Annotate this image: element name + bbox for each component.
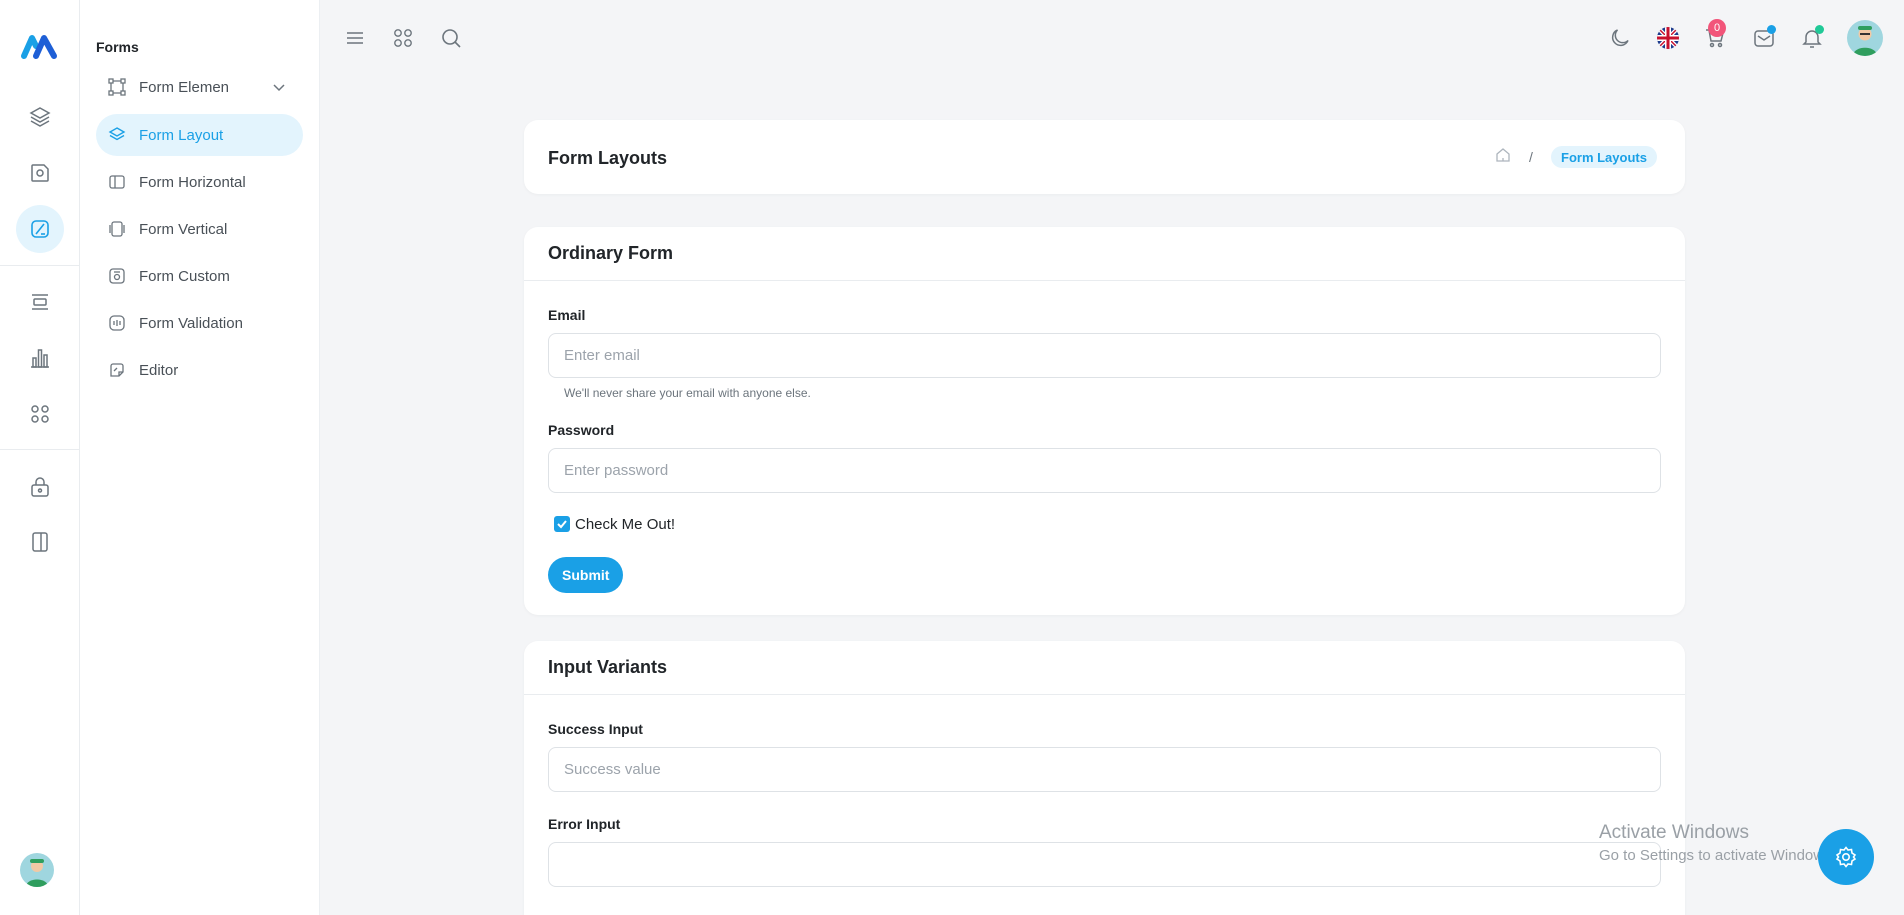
mail-status-dot: [1767, 25, 1776, 34]
notification-status-dot: [1815, 25, 1824, 34]
chevron-down-icon: [271, 79, 287, 95]
horizontal-layout-icon: [108, 173, 126, 191]
success-input-label: Success Input: [548, 721, 643, 737]
password-input[interactable]: [548, 448, 1661, 493]
brand-logo[interactable]: [20, 28, 60, 62]
nav-label: Form Layout: [139, 126, 224, 144]
home-icon[interactable]: [1494, 146, 1512, 164]
nav-form-vertical[interactable]: Form Vertical: [96, 208, 303, 250]
nav-label: Form Elemen: [139, 78, 230, 96]
user-avatar[interactable]: [1847, 20, 1883, 56]
layers-icon[interactable]: [16, 93, 64, 141]
nav-editor[interactable]: Editor: [96, 349, 303, 391]
dark-mode-moon-icon[interactable]: [1608, 26, 1632, 50]
lock-icon[interactable]: [16, 463, 64, 511]
email-help-text: We'll never share your email with anyone…: [564, 386, 811, 400]
ordinary-form-card: Ordinary Form Email We'll never share yo…: [524, 227, 1685, 615]
ordinary-form-title: Ordinary Form: [524, 227, 1685, 281]
gear-icon: [1834, 845, 1858, 869]
forms-pen-icon[interactable]: [16, 205, 64, 253]
validation-icon: [108, 314, 126, 332]
apps-icon[interactable]: [16, 390, 64, 438]
activate-windows-subtitle: Go to Settings to activate Windows.: [1599, 847, 1836, 864]
cart-count-badge: 0: [1708, 19, 1726, 37]
checkbox-label[interactable]: Check Me Out!: [575, 516, 675, 533]
nav-label: Form Validation: [139, 314, 243, 332]
email-input[interactable]: [548, 333, 1661, 378]
chart-bar-icon[interactable]: [16, 334, 64, 382]
input-variants-card: Input Variants Success Input Error Input: [524, 641, 1685, 915]
breadcrumb-separator: /: [1529, 149, 1533, 165]
apps-grid-icon[interactable]: [391, 26, 415, 50]
custom-form-icon: [108, 267, 126, 285]
nav-form-layout[interactable]: Form Layout: [96, 114, 303, 156]
nav-label: Form Custom: [139, 267, 230, 285]
vertical-layout-icon: [108, 220, 126, 238]
subnav-title: Forms: [96, 39, 139, 55]
password-label: Password: [548, 422, 615, 438]
rail-avatar[interactable]: [20, 853, 54, 887]
nav-form-elements[interactable]: Form Elemen: [96, 66, 303, 108]
check-me-out-checkbox[interactable]: [554, 516, 570, 532]
nav-label: Form Horizontal: [139, 173, 246, 191]
error-input-label: Error Input: [548, 816, 621, 832]
error-input[interactable]: [548, 842, 1661, 887]
nav-form-custom[interactable]: Form Custom: [96, 255, 303, 297]
email-label: Email: [548, 307, 586, 323]
door-icon[interactable]: [16, 518, 64, 566]
submit-button[interactable]: Submit: [548, 557, 624, 593]
vector-square-icon: [108, 78, 126, 96]
settings-fab[interactable]: [1818, 829, 1874, 885]
icon-rail: [0, 0, 80, 915]
nav-form-validation[interactable]: Form Validation: [96, 302, 303, 344]
input-variants-title: Input Variants: [524, 641, 1685, 695]
nav-label: Editor: [139, 361, 179, 379]
search-icon[interactable]: [439, 26, 463, 50]
editor-icon: [108, 361, 126, 379]
page-header-card: Form Layouts / Form Layouts: [524, 120, 1685, 194]
nav-form-horizontal[interactable]: Form Horizontal: [96, 161, 303, 203]
page-title: Form Layouts: [548, 148, 668, 168]
uk-flag-icon[interactable]: [1657, 27, 1679, 49]
sticker-icon[interactable]: [16, 149, 64, 197]
table-icon[interactable]: [16, 278, 64, 326]
success-input[interactable]: [548, 747, 1661, 792]
breadcrumb-current: Form Layouts: [1551, 146, 1657, 168]
layers-icon: [108, 126, 126, 144]
hamburger-menu-icon[interactable]: [343, 26, 367, 50]
forms-subnav: Forms Form Elemen Form Layout Form Horiz…: [80, 0, 320, 915]
nav-label: Form Vertical: [139, 220, 228, 238]
activate-windows-title: Activate Windows: [1599, 822, 1749, 843]
